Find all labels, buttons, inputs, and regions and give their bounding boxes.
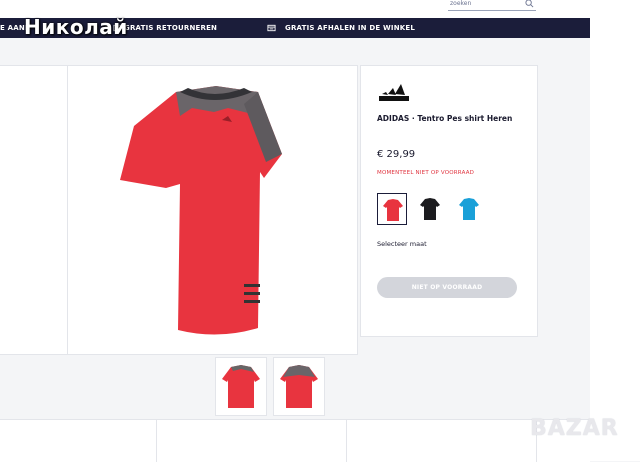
search-input[interactable]: zoeken	[448, 0, 536, 11]
nav-item-gratis-afhalen[interactable]: GRATIS AFHALEN IN DE WINKEL	[285, 24, 415, 32]
tshirt-front-thumb	[222, 365, 260, 408]
tshirt-image	[120, 86, 282, 335]
tshirt-blue-icon	[459, 198, 479, 220]
adidas-logo	[379, 84, 409, 101]
color-swatch-red[interactable]	[377, 193, 407, 225]
store-icon	[267, 24, 276, 32]
size-select-label: Selecteer maat	[377, 240, 427, 248]
search-icon[interactable]	[525, 0, 534, 8]
page-right-margin	[590, 0, 640, 461]
bazar-watermark: BAZAR	[530, 416, 619, 441]
color-swatch-blue[interactable]	[454, 193, 484, 225]
search-placeholder: zoeken	[450, 0, 472, 7]
out-of-stock-button[interactable]: NIET OP VOORRAAD	[377, 277, 517, 298]
footer-usp-bar	[0, 419, 590, 462]
product-main-image[interactable]	[67, 65, 358, 355]
thumbnail-front[interactable]	[215, 357, 267, 416]
tshirt-black-icon	[420, 198, 440, 220]
product-info-panel: ADIDAS · Tentro Pes shirt Heren € 29,99 …	[360, 65, 538, 337]
footer-cell	[0, 420, 157, 462]
nav-item-gratis-retourneren[interactable]: GRATIS RETOURNEREN	[124, 24, 217, 32]
tshirt-red-icon	[383, 199, 403, 221]
product-title: ADIDAS · Tentro Pes shirt Heren	[377, 114, 513, 123]
tshirt-back-thumb	[280, 365, 318, 408]
footer-cell	[346, 420, 537, 462]
stock-status: MOMENTEEL NIET OP VOORRAAD	[377, 170, 475, 176]
username-overlay: Николай	[24, 15, 128, 39]
previous-image-panel[interactable]	[0, 65, 68, 355]
color-swatch-black[interactable]	[415, 193, 445, 225]
product-price: € 29,99	[377, 149, 416, 160]
thumbnail-back[interactable]	[273, 357, 325, 416]
footer-cell	[156, 420, 347, 462]
